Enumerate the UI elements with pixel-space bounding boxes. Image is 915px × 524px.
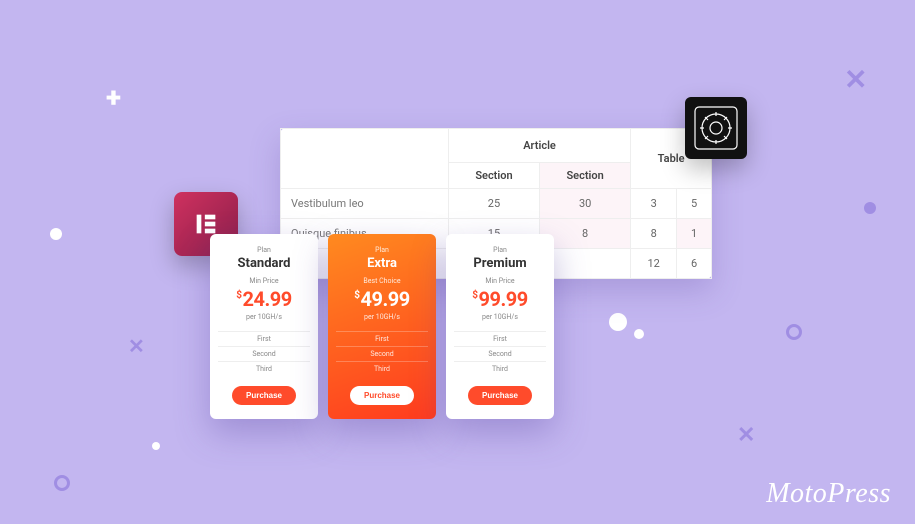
dot-icon	[864, 202, 876, 214]
table-header-article: Article	[448, 129, 630, 163]
plan-label: Plan	[336, 246, 428, 254]
plan-name: Premium	[454, 256, 546, 271]
dot-icon	[609, 313, 627, 331]
brand-logo: MotoPress	[766, 478, 891, 510]
plan-label: Plan	[218, 246, 310, 254]
feature-item: Third	[336, 361, 428, 376]
pricing-card-standard: Plan Standard Min Price $24.99 per 10GH/…	[210, 234, 318, 419]
per-label: per 10GH/s	[336, 313, 428, 321]
purchase-button[interactable]: Purchase	[350, 386, 414, 405]
feature-item: Second	[218, 346, 310, 361]
feature-item: First	[218, 331, 310, 346]
feature-item: First	[454, 331, 546, 346]
table-subheader: Section	[540, 163, 631, 189]
feature-item: Third	[218, 361, 310, 376]
dot-icon	[634, 329, 644, 339]
feature-item: First	[336, 331, 428, 346]
min-price-label: Min Price	[454, 277, 546, 285]
x-icon: ✕	[128, 336, 145, 356]
table-subheader: Section	[448, 163, 539, 189]
per-label: per 10GH/s	[454, 313, 546, 321]
plan-name: Standard	[218, 256, 310, 271]
plan-label: Plan	[454, 246, 546, 254]
feature-item: Second	[336, 346, 428, 361]
plan-price: $99.99	[454, 287, 546, 311]
purchase-button[interactable]: Purchase	[232, 386, 296, 405]
purchase-button[interactable]: Purchase	[468, 386, 532, 405]
plan-name: Extra	[336, 256, 428, 271]
x-icon: ✕	[737, 425, 755, 447]
ring-icon	[786, 324, 802, 340]
plan-price: $24.99	[218, 287, 310, 311]
feature-item: Second	[454, 346, 546, 361]
pricing-card-premium: Plan Premium Min Price $99.99 per 10GH/s…	[446, 234, 554, 419]
pricing-card-extra: Plan Extra Best Choice $49.99 per 10GH/s…	[328, 234, 436, 419]
feature-item: Third	[454, 361, 546, 376]
plan-price: $49.99	[336, 287, 428, 311]
per-label: per 10GH/s	[218, 313, 310, 321]
min-price-label: Min Price	[218, 277, 310, 285]
dot-icon	[50, 228, 62, 240]
pricing-cards: Plan Standard Min Price $24.99 per 10GH/…	[210, 234, 554, 419]
dot-icon	[152, 442, 160, 450]
gutenberg-icon	[685, 97, 747, 159]
ring-icon	[54, 475, 70, 491]
x-icon: ✕	[844, 66, 867, 94]
table-row: Vestibulum leo 25 30 3 5	[281, 189, 712, 219]
best-choice-label: Best Choice	[336, 277, 428, 285]
plus-icon: +	[106, 84, 121, 112]
